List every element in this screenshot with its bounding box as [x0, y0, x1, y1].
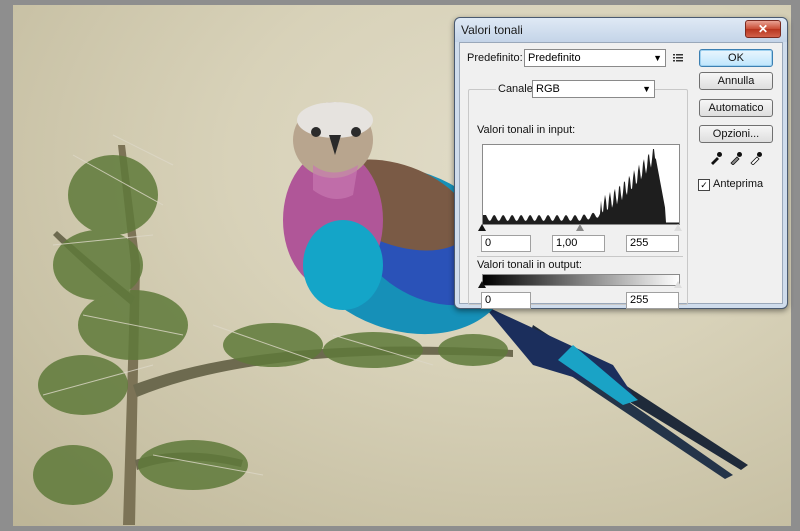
output-white-slider[interactable] — [674, 281, 682, 288]
close-button[interactable]: ✕ — [745, 20, 781, 38]
output-black-slider[interactable] — [478, 281, 486, 288]
ok-button[interactable]: OK — [699, 49, 773, 67]
cancel-button[interactable]: Annulla — [699, 72, 773, 90]
preview-checkbox[interactable]: ✓ — [698, 179, 710, 191]
preset-select[interactable]: Predefinito ▼ — [524, 49, 666, 67]
dialog-body: Predefinito: Predefinito ▼ Canale: RGB ▼… — [459, 42, 783, 309]
channel-value: RGB — [536, 83, 560, 95]
preset-label: Predefinito: — [467, 52, 523, 64]
black-eyedropper-icon[interactable] — [709, 151, 723, 165]
input-white-slider[interactable] — [674, 224, 682, 231]
divider — [477, 256, 683, 257]
output-levels-label: Valori tonali in output: — [477, 259, 582, 271]
check-icon: ✓ — [700, 180, 708, 190]
input-black-slider[interactable] — [478, 224, 486, 231]
preset-value: Predefinito — [528, 52, 581, 64]
white-eyedropper-icon[interactable] — [749, 151, 763, 165]
chevron-down-icon: ▼ — [642, 84, 651, 94]
levels-dialog: Valori tonali ✕ Predefinito: Predefinito… — [454, 17, 788, 309]
close-icon: ✕ — [757, 22, 769, 36]
dialog-titlebar[interactable]: Valori tonali ✕ — [455, 18, 787, 42]
input-gamma-slider[interactable] — [576, 224, 584, 231]
input-black-field[interactable]: 0 — [481, 235, 531, 252]
input-levels-label: Valori tonali in input: — [477, 124, 576, 136]
output-white-field[interactable]: 255 — [626, 292, 679, 309]
preset-options-icon[interactable] — [673, 53, 684, 63]
channel-select[interactable]: RGB ▼ — [532, 80, 655, 98]
output-black-field[interactable]: 0 — [481, 292, 531, 309]
chevron-down-icon: ▼ — [653, 53, 662, 63]
preview-label: Anteprima — [713, 178, 764, 190]
histogram — [482, 144, 680, 225]
input-gamma-field[interactable]: 1,00 — [552, 235, 605, 252]
dialog-title: Valori tonali — [461, 23, 523, 37]
options-button[interactable]: Opzioni... — [699, 125, 773, 143]
output-gradient-bar — [482, 274, 680, 286]
histogram-graph — [483, 149, 679, 224]
input-white-field[interactable]: 255 — [626, 235, 679, 252]
auto-button[interactable]: Automatico — [699, 99, 773, 117]
gray-eyedropper-icon[interactable] — [729, 151, 743, 165]
